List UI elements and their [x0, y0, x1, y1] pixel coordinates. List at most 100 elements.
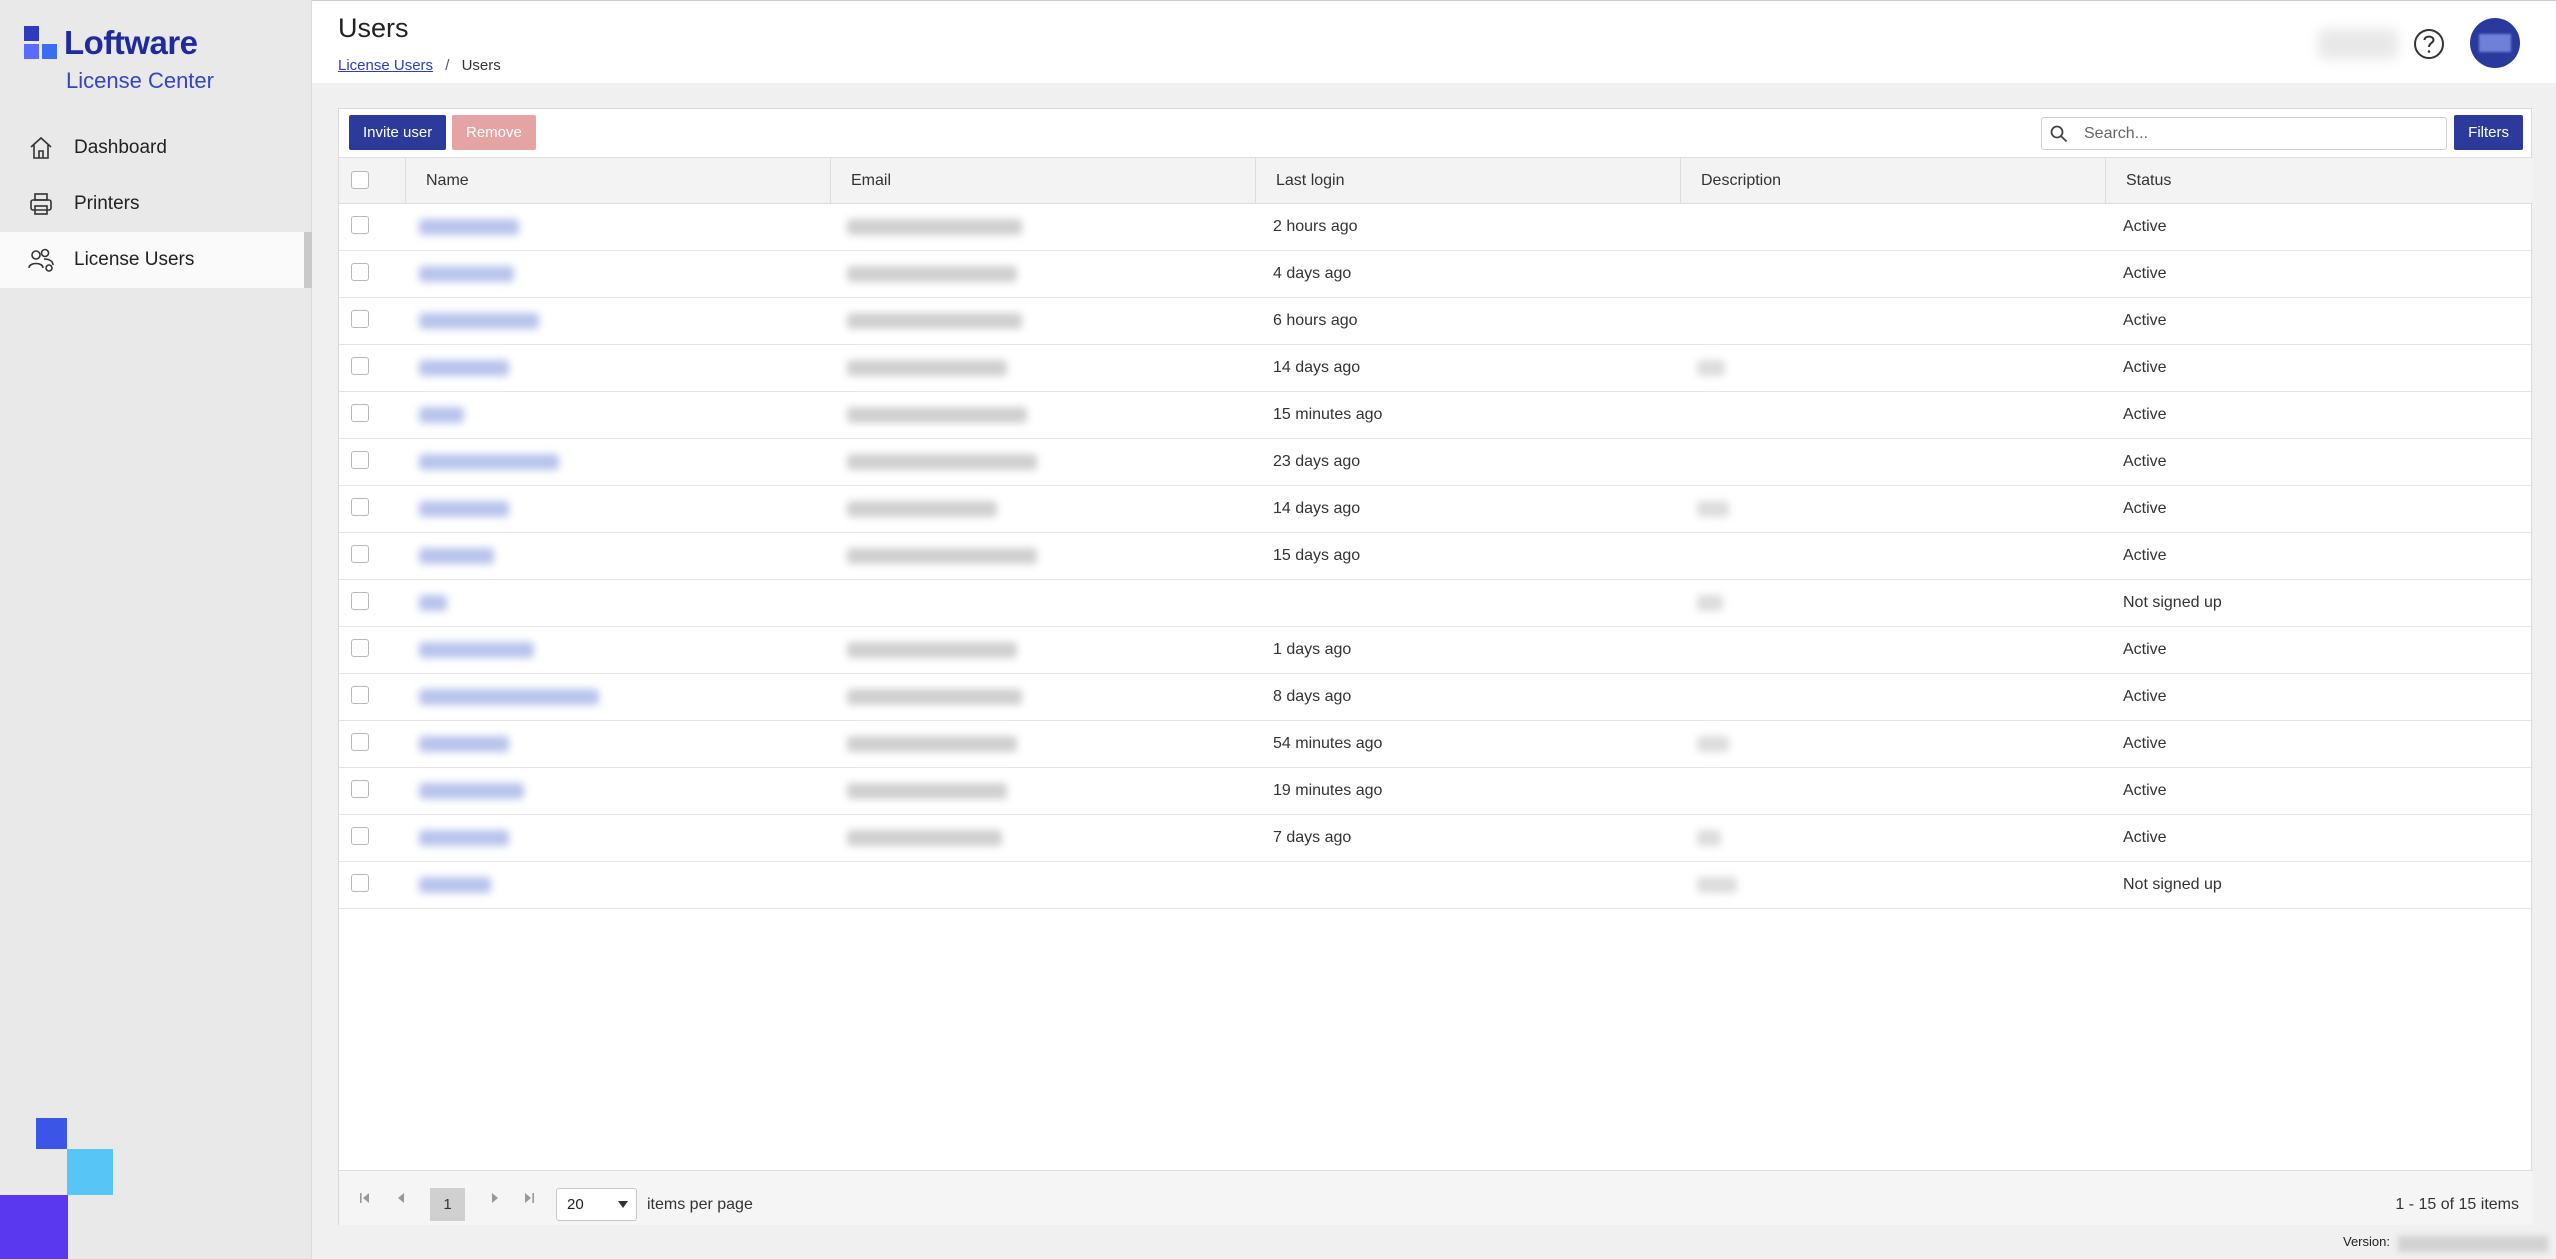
avatar[interactable] — [2470, 18, 2520, 68]
table-header: Name Email Last login Description Status — [339, 157, 2533, 204]
row-checkbox[interactable] — [351, 263, 369, 281]
table-row[interactable]: 1 days ago Active — [339, 627, 2533, 674]
redacted-name — [419, 595, 447, 611]
row-checkbox[interactable] — [351, 827, 369, 845]
users-icon — [26, 245, 56, 275]
last-login-cell: 1 days ago — [1273, 641, 1352, 658]
row-checkbox[interactable] — [351, 733, 369, 751]
redacted-email — [847, 360, 1007, 376]
invite-user-button[interactable]: Invite user — [349, 115, 447, 150]
next-page-icon[interactable] — [487, 1190, 503, 1206]
page-title: Users — [338, 13, 409, 43]
last-login-cell: 19 minutes ago — [1273, 782, 1383, 799]
row-checkbox[interactable] — [351, 780, 369, 798]
sidebar-item-label: Printers — [74, 193, 140, 214]
table-row[interactable]: 14 days ago Active — [339, 345, 2533, 392]
remove-button[interactable]: Remove — [452, 115, 536, 150]
select-all-checkbox[interactable] — [351, 171, 369, 189]
filters-button[interactable]: Filters — [2454, 115, 2523, 150]
status-cell: Active — [2123, 500, 2167, 517]
last-page-icon[interactable] — [521, 1190, 537, 1206]
row-checkbox[interactable] — [351, 686, 369, 704]
first-page-icon[interactable] — [357, 1190, 373, 1206]
redacted-name — [419, 407, 464, 423]
previous-page-icon[interactable] — [393, 1190, 409, 1206]
redacted-name — [419, 736, 509, 752]
status-cell: Not signed up — [2123, 876, 2222, 893]
table-row[interactable]: 6 hours ago Active — [339, 298, 2533, 345]
last-login-cell: 8 days ago — [1273, 688, 1352, 705]
row-checkbox[interactable] — [351, 874, 369, 892]
redacted-name — [419, 501, 509, 517]
row-checkbox[interactable] — [351, 592, 369, 610]
redacted-email — [847, 407, 1027, 423]
table-row[interactable]: 19 minutes ago Active — [339, 768, 2533, 815]
last-login-cell: 54 minutes ago — [1273, 735, 1383, 752]
redacted-description — [1697, 595, 1723, 611]
redacted-name — [419, 360, 509, 376]
table-row[interactable]: 54 minutes ago Active — [339, 721, 2533, 768]
row-checkbox[interactable] — [351, 545, 369, 563]
column-header-status[interactable]: Status — [2105, 158, 2533, 203]
redacted-email — [847, 642, 1017, 658]
redacted-email — [847, 736, 1017, 752]
current-page-button[interactable]: 1 — [430, 1188, 465, 1221]
redacted-email — [847, 313, 1022, 329]
redacted-name — [419, 219, 519, 235]
column-header-email[interactable]: Email — [830, 158, 1255, 203]
search-input[interactable] — [2082, 122, 2432, 146]
breadcrumb-link-license-users[interactable]: License Users — [338, 57, 433, 74]
help-icon[interactable] — [2412, 27, 2446, 61]
table-row[interactable]: 8 days ago Active — [339, 674, 2533, 721]
redacted-name — [419, 642, 534, 658]
table-row[interactable]: Not signed up — [339, 862, 2533, 909]
status-cell: Active — [2123, 359, 2167, 376]
redacted-email — [847, 454, 1037, 470]
redacted-name — [419, 877, 491, 893]
row-checkbox[interactable] — [351, 216, 369, 234]
table-row[interactable]: 14 days ago Active — [339, 486, 2533, 533]
chevron-down-icon — [618, 1201, 628, 1208]
loftware-logo-icon — [24, 26, 58, 60]
sidebar-item-license-users[interactable]: License Users — [0, 232, 312, 288]
table-row[interactable]: Not signed up — [339, 580, 2533, 627]
row-checkbox[interactable] — [351, 498, 369, 516]
table-row[interactable]: 7 days ago Active — [339, 815, 2533, 862]
redacted-email — [847, 266, 1017, 282]
sidebar-item-label: Dashboard — [74, 137, 167, 158]
redacted-description — [1697, 501, 1729, 517]
page-size-label: items per page — [647, 1196, 753, 1213]
redacted-description — [1697, 830, 1721, 846]
redacted-name — [419, 689, 599, 705]
table-row[interactable]: 15 minutes ago Active — [339, 392, 2533, 439]
sidebar-item-dashboard[interactable]: Dashboard — [0, 120, 312, 176]
sidebar-item-printers[interactable]: Printers — [0, 176, 312, 232]
search-box[interactable] — [2041, 117, 2447, 150]
row-checkbox[interactable] — [351, 451, 369, 469]
row-checkbox[interactable] — [351, 357, 369, 375]
row-checkbox[interactable] — [351, 639, 369, 657]
breadcrumb-current: Users — [461, 57, 501, 74]
table-row[interactable]: 2 hours ago Active — [339, 204, 2533, 251]
column-header-last-login[interactable]: Last login — [1255, 158, 1680, 203]
redacted-version — [2398, 1236, 2548, 1252]
column-header-description[interactable]: Description — [1680, 158, 2105, 203]
brand-name: Loftware — [64, 24, 198, 61]
redacted-email — [847, 501, 997, 517]
page-size-select[interactable]: 20 — [556, 1188, 637, 1221]
status-cell: Active — [2123, 829, 2167, 846]
redacted-name — [419, 313, 539, 329]
table-toolbar: Invite user Remove Filters — [339, 109, 2533, 157]
status-cell: Active — [2123, 218, 2167, 235]
brand-logo[interactable]: Loftware License Center — [24, 24, 284, 94]
row-checkbox[interactable] — [351, 404, 369, 422]
sidebar-nav: Dashboard Printers License Users — [0, 120, 312, 288]
decorative-square — [0, 1195, 68, 1259]
row-checkbox[interactable] — [351, 310, 369, 328]
column-header-name[interactable]: Name — [405, 158, 830, 203]
status-cell: Active — [2123, 735, 2167, 752]
table-row[interactable]: 15 days ago Active — [339, 533, 2533, 580]
redacted-name — [419, 266, 514, 282]
table-row[interactable]: 23 days ago Active — [339, 439, 2533, 486]
table-row[interactable]: 4 days ago Active — [339, 251, 2533, 298]
